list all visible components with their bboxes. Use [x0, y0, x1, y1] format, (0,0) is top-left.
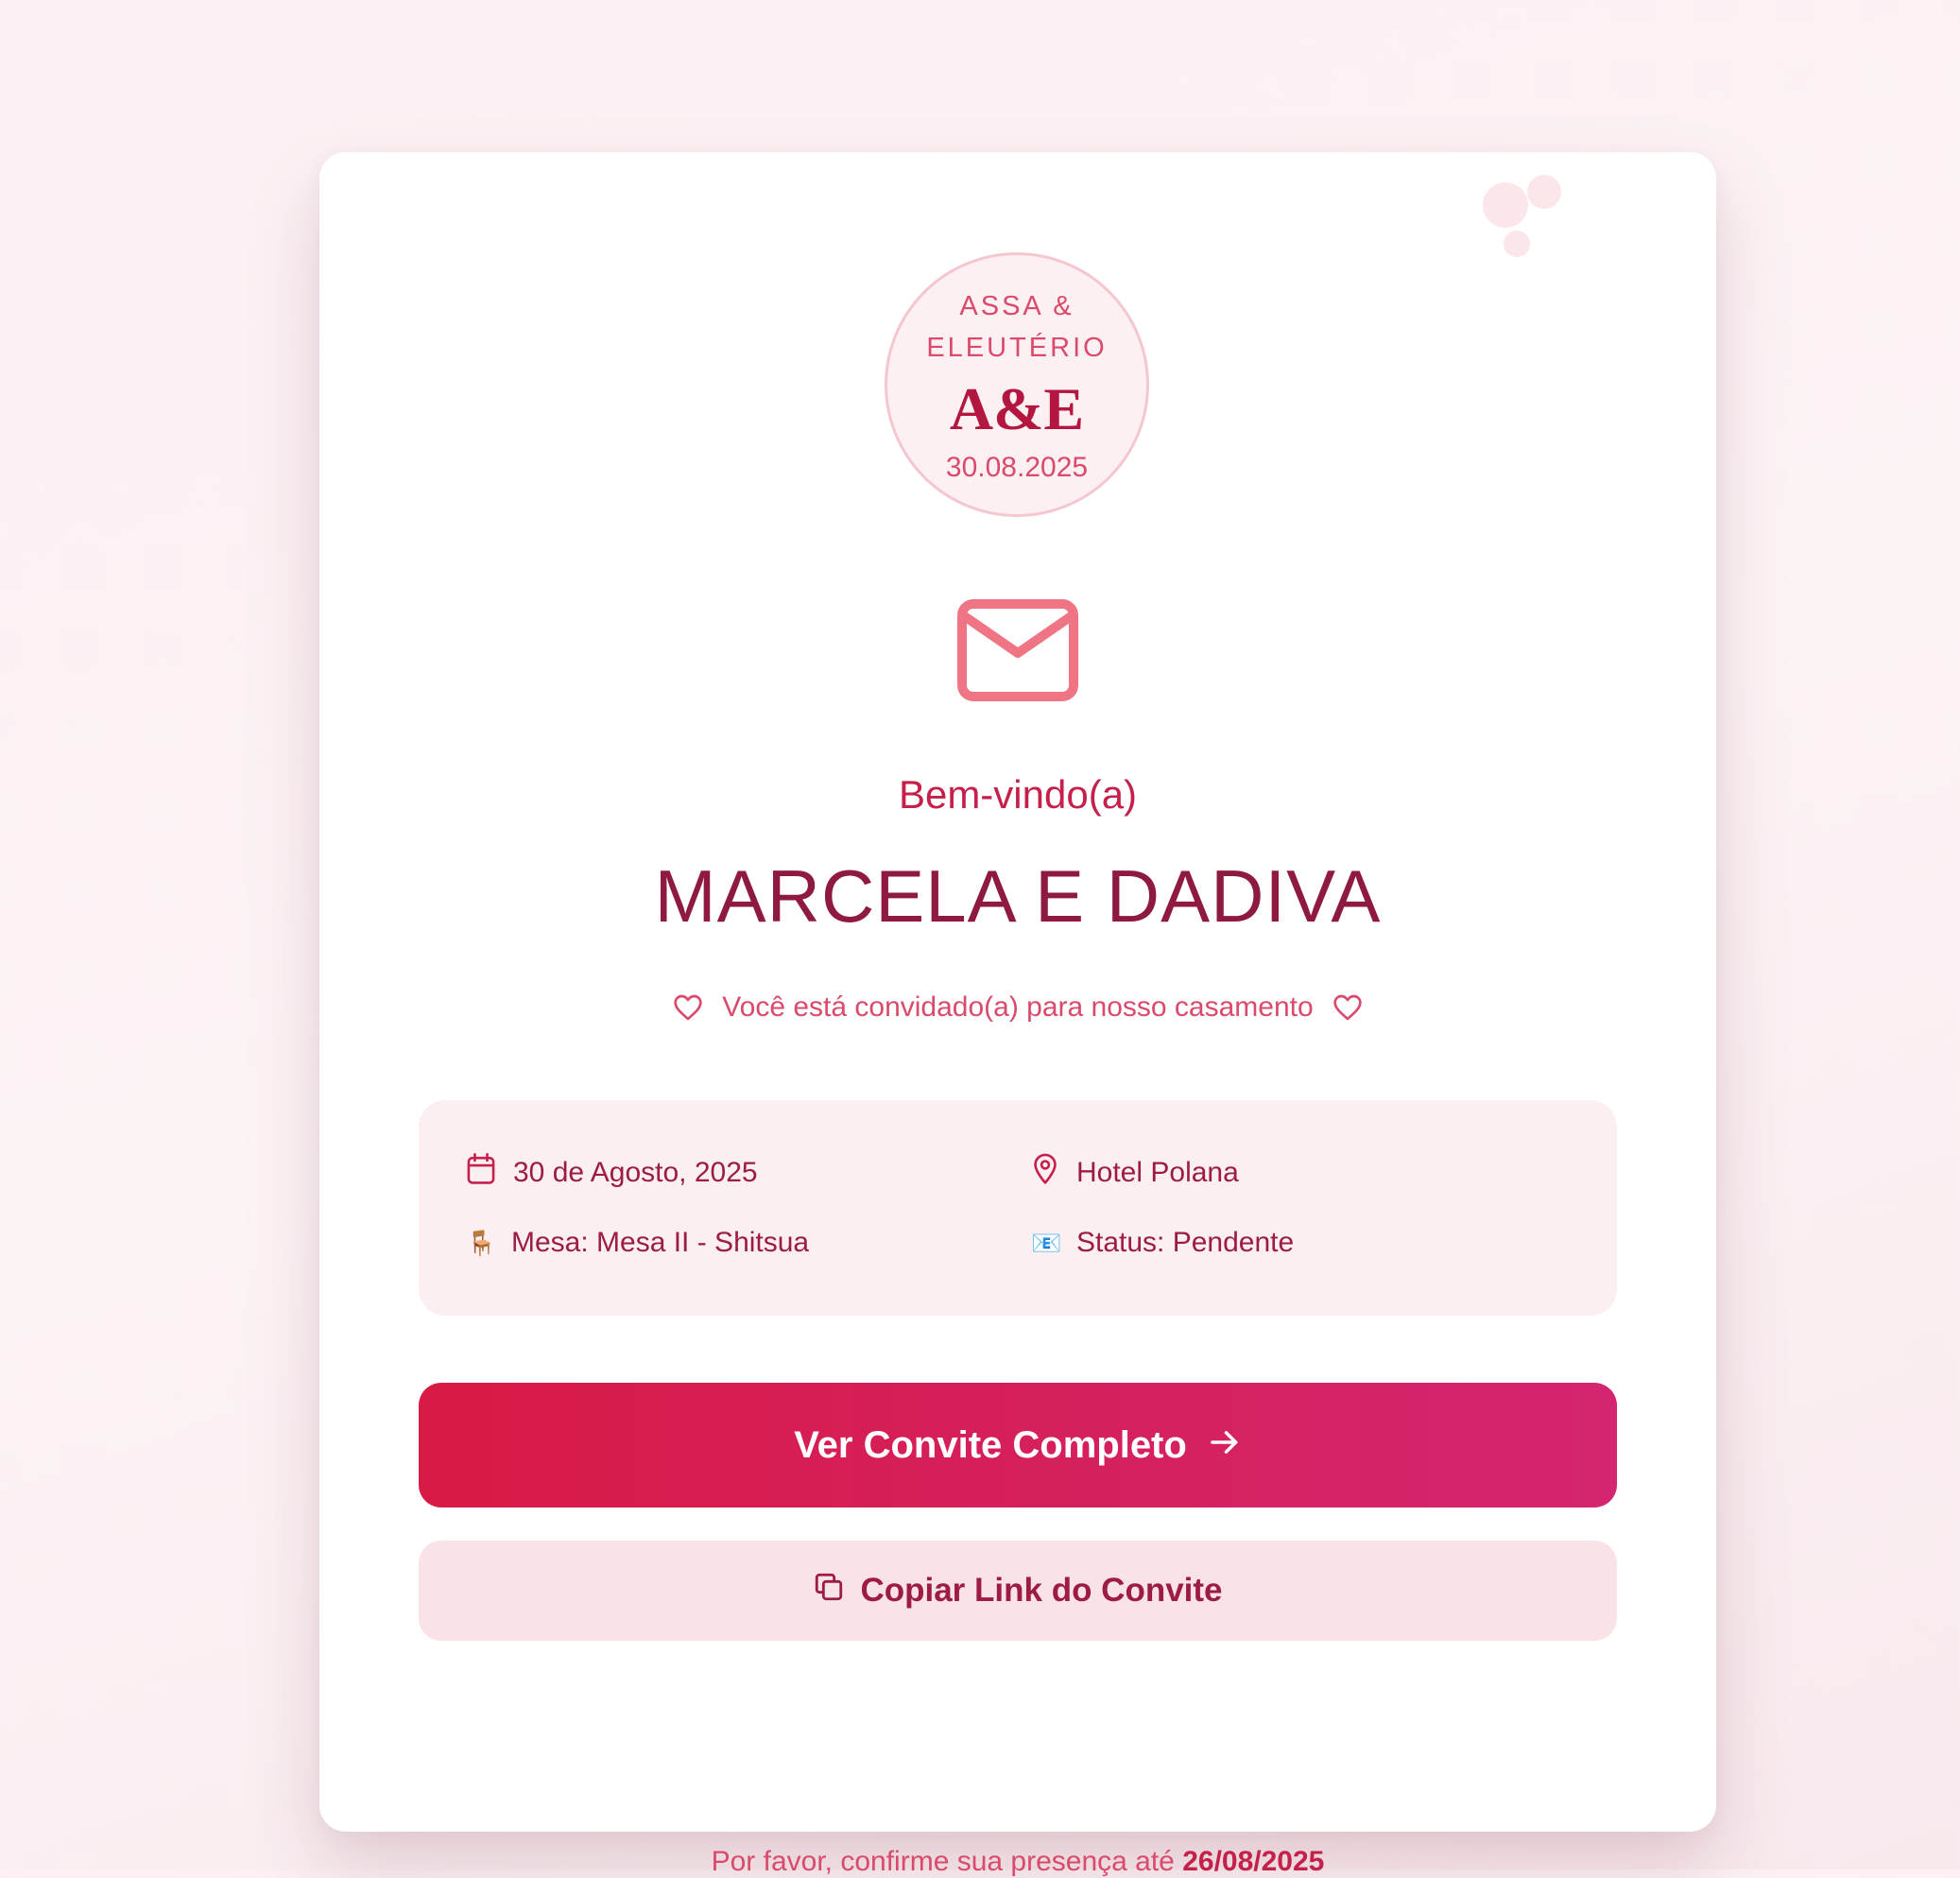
rsvp-status: 📧 Status: Pendente [1031, 1227, 1294, 1259]
rsvp-deadline-date: 26/08/2025 [1182, 1846, 1325, 1877]
table-assignment: 🪑 Mesa: Mesa II - Shitsua [466, 1227, 809, 1259]
rsvp-status-text: Status: Pendente [1076, 1227, 1295, 1258]
view-full-invite-label: Ver Convite Completo [794, 1423, 1187, 1466]
table-assignment-text: Mesa: Mesa II - Shitsua [511, 1227, 810, 1258]
event-location: Hotel Polana [1031, 1153, 1239, 1193]
welcome-text: Bem-vindo(a) [898, 772, 1138, 817]
event-location-text: Hotel Polana [1076, 1157, 1239, 1188]
monogram-badge: ASSA & ELEUTÉRIO A&E 30.08.2025 [885, 252, 1149, 517]
monogram-initials: A&E [949, 375, 1085, 442]
mail-icon: 📧 [1031, 1228, 1062, 1257]
invitation-card: ASSA & ELEUTÉRIO A&E 30.08.2025 Bem-vind… [319, 152, 1716, 1877]
monogram-names: ASSA & ELEUTÉRIO [926, 291, 1108, 363]
calendar-icon [466, 1153, 496, 1193]
copy-invite-link-label: Copiar Link do Convite [860, 1572, 1223, 1609]
envelope-icon [956, 598, 1079, 702]
event-date: 30 de Agosto, 2025 [466, 1153, 758, 1193]
map-pin-icon [1031, 1153, 1059, 1193]
event-details-panel: 30 de Agosto, 2025 Hotel Polana 🪑 Mesa: … [419, 1100, 1617, 1316]
decorative-bubble [1483, 182, 1528, 228]
arrow-right-icon [1208, 1424, 1242, 1467]
guest-name: MARCELA E DADIVA [654, 854, 1382, 938]
decorative-bubble [1527, 175, 1561, 209]
copy-invite-link-button[interactable]: Copiar Link do Convite [419, 1541, 1617, 1641]
view-full-invite-button[interactable]: Ver Convite Completo [419, 1383, 1617, 1508]
event-date-text: 30 de Agosto, 2025 [513, 1157, 758, 1188]
copy-icon [813, 1571, 845, 1611]
monogram-date: 30.08.2025 [945, 452, 1089, 483]
invite-message: Você está convidado(a) para nosso casame… [319, 991, 1716, 1024]
invite-line-text: Você está convidado(a) para nosso casame… [722, 991, 1314, 1023]
rsvp-note-text: Por favor, confirme sua presença até [711, 1846, 1175, 1877]
heart-icon [1332, 993, 1363, 1022]
chair-icon: 🪑 [466, 1228, 497, 1257]
heart-icon [673, 993, 703, 1022]
rsvp-deadline-note: Por favor, confirme sua presença até 26/… [319, 1846, 1716, 1878]
decorative-bubble [1504, 231, 1530, 257]
